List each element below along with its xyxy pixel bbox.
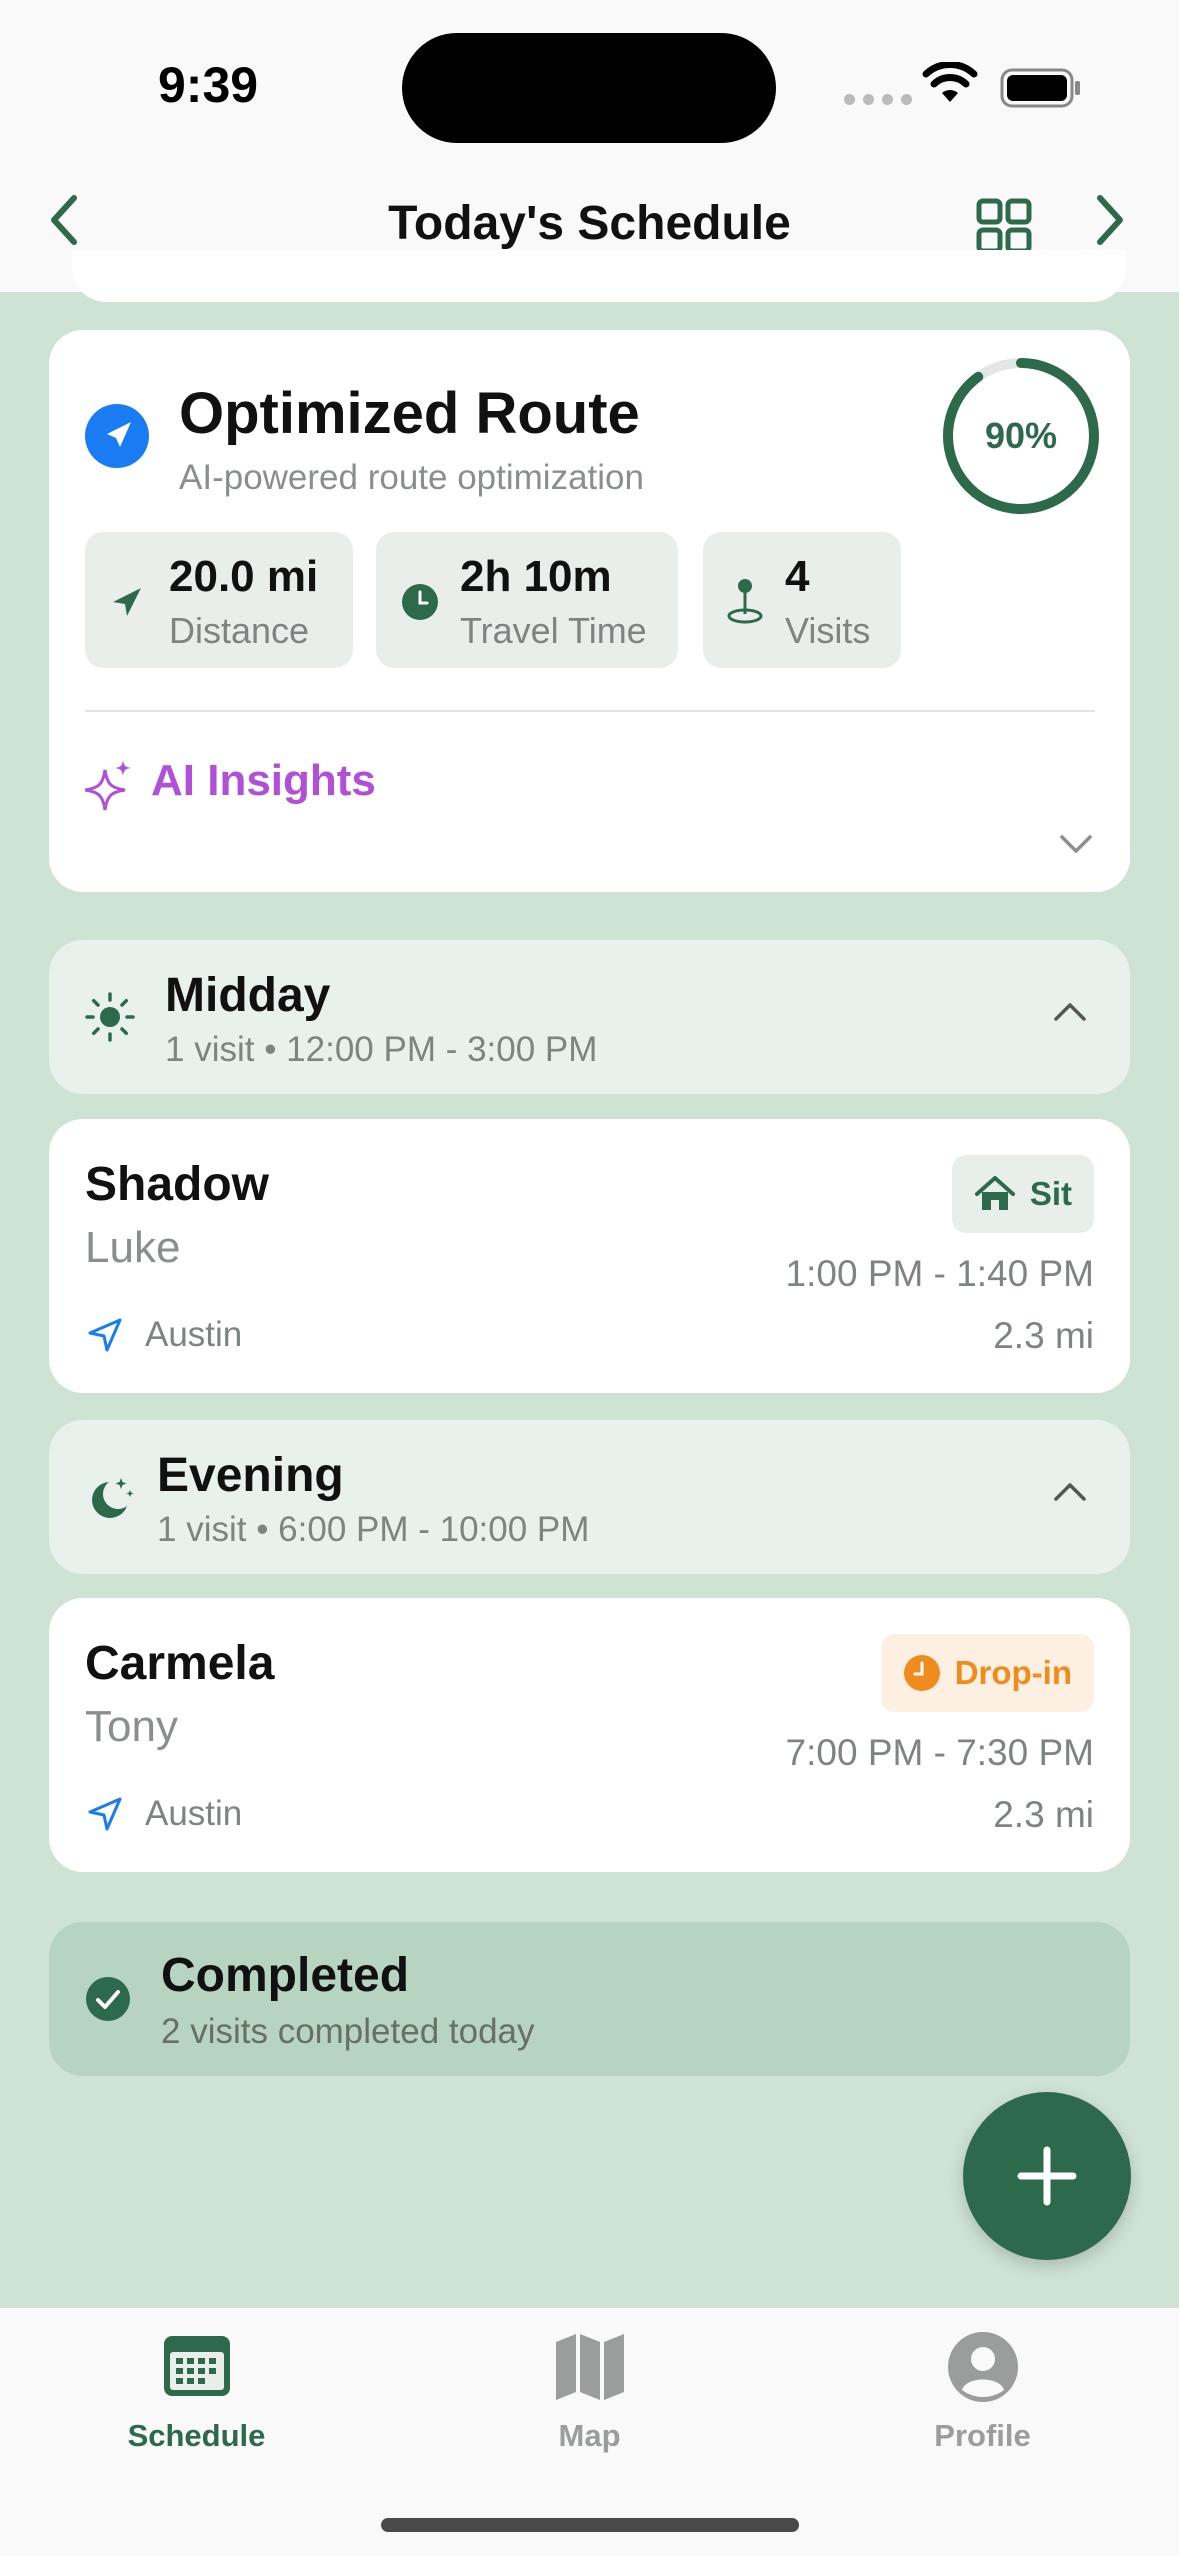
badge-label: Sit <box>1029 1175 1072 1212</box>
tab-map[interactable]: Map <box>393 2308 786 2508</box>
previous-card-edge <box>72 250 1126 302</box>
visit-location: Austin <box>145 1794 243 1833</box>
clock-icon <box>402 584 438 620</box>
completed-section[interactable]: Completed 2 visits completed today <box>49 1922 1130 2076</box>
home-indicator <box>381 2518 799 2532</box>
map-pin-icon <box>727 579 763 624</box>
section-title: Evening <box>157 1449 344 1502</box>
visit-card[interactable]: Carmela Tony Drop-in 7:00 PM - 7:30 PM A… <box>49 1598 1130 1872</box>
visit-type-badge: Drop-in <box>880 1634 1094 1712</box>
plus-icon <box>1017 2146 1077 2206</box>
completed-title: Completed <box>161 1949 410 2002</box>
map-icon <box>555 2334 624 2400</box>
tab-profile[interactable]: Profile <box>786 2308 1179 2508</box>
location-arrow-icon <box>88 1797 122 1831</box>
visit-distance: 2.3 mi <box>993 1794 1094 1835</box>
navigation-icon <box>85 404 149 468</box>
stat-label: Travel Time <box>460 610 647 651</box>
signal-icon <box>844 94 912 105</box>
tab-label: Schedule <box>127 2418 266 2453</box>
owner-name: Luke <box>85 1223 181 1272</box>
owner-name: Tony <box>85 1702 178 1751</box>
divider <box>85 710 1095 712</box>
moon-stars-icon <box>92 1478 134 1518</box>
status-time: 9:39 <box>158 57 259 113</box>
stat-label: Visits <box>785 610 871 651</box>
visit-time: 7:00 PM - 7:30 PM <box>785 1732 1094 1773</box>
dynamic-island <box>402 33 776 143</box>
optimized-route-card: Optimized Route AI-powered route optimiz… <box>49 330 1130 892</box>
wifi-icon <box>922 62 978 102</box>
tab-schedule[interactable]: Schedule <box>0 2308 393 2508</box>
stat-distance: 20.0 mi Distance <box>85 532 353 668</box>
visit-time: 1:00 PM - 1:40 PM <box>785 1253 1094 1294</box>
section-meta: 1 visit • 12:00 PM - 3:00 PM <box>165 1030 598 1069</box>
pet-name: Shadow <box>85 1158 270 1211</box>
route-title: Optimized Route <box>179 381 640 446</box>
pet-name: Carmela <box>85 1637 275 1690</box>
section-title: Midday <box>165 969 331 1022</box>
add-visit-button[interactable] <box>963 2092 1131 2260</box>
tab-label: Profile <box>934 2418 1031 2453</box>
ai-insights-toggle[interactable]: AI Insights <box>151 756 376 806</box>
battery-icon <box>1000 68 1080 108</box>
chevron-down-icon[interactable] <box>1059 834 1093 854</box>
navigation-arrow-icon <box>113 588 141 616</box>
visit-location: Austin <box>145 1315 243 1354</box>
chevron-up-icon[interactable] <box>1053 1482 1087 1502</box>
location-arrow-icon <box>88 1318 122 1352</box>
route-subtitle: AI-powered route optimization <box>179 458 644 497</box>
stat-visits: 4 Visits <box>703 532 901 668</box>
calendar-icon <box>163 2336 230 2396</box>
optimization-score: 90% <box>984 415 1058 456</box>
visit-distance: 2.3 mi <box>993 1315 1094 1356</box>
person-icon <box>947 2332 1018 2402</box>
section-midday[interactable]: Midday 1 visit • 12:00 PM - 3:00 PM <box>49 940 1130 1094</box>
stat-value: 4 <box>785 552 810 601</box>
stat-label: Distance <box>169 610 310 651</box>
visit-card[interactable]: Shadow Luke Sit 1:00 PM - 1:40 PM Austin… <box>49 1119 1130 1393</box>
forward-chevron-icon[interactable] <box>1090 190 1130 250</box>
visit-type-badge: Sit <box>951 1155 1094 1233</box>
chevron-up-icon[interactable] <box>1053 1002 1087 1022</box>
clock-icon <box>903 1655 940 1691</box>
tab-label: Map <box>558 2418 621 2453</box>
sun-icon <box>85 992 135 1042</box>
section-evening[interactable]: Evening 1 visit • 6:00 PM - 10:00 PM <box>49 1420 1130 1574</box>
checkmark-circle-icon <box>86 1977 130 2021</box>
sparkles-icon <box>85 760 131 811</box>
house-icon <box>974 1176 1015 1210</box>
stat-value: 2h 10m <box>460 552 612 601</box>
stat-travel-time: 2h 10m Travel Time <box>376 532 678 668</box>
section-meta: 1 visit • 6:00 PM - 10:00 PM <box>157 1510 590 1549</box>
grid-view-icon[interactable] <box>976 198 1032 254</box>
stat-value: 20.0 mi <box>169 552 319 601</box>
completed-meta: 2 visits completed today <box>161 2012 535 2051</box>
badge-label: Drop-in <box>954 1654 1072 1691</box>
